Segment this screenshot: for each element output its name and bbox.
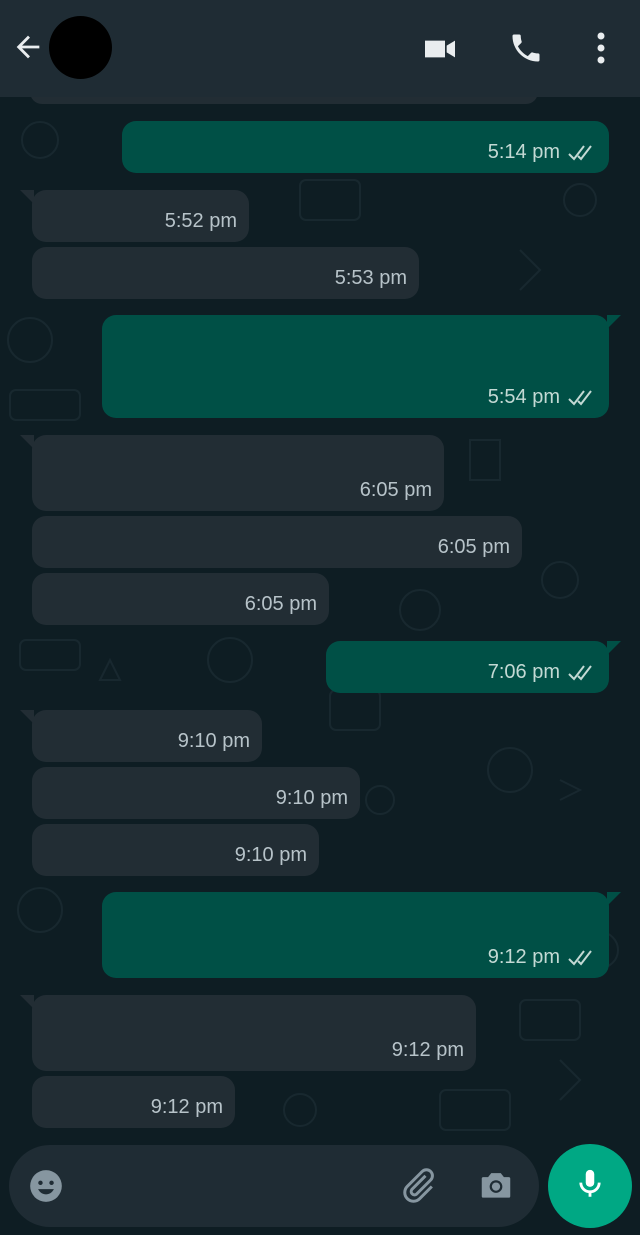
message-bubble-incoming[interactable]: 9:12 pm — [20, 995, 476, 1071]
chat-header — [0, 0, 640, 97]
message-bubble-outgoing[interactable]: 5:14 pm — [122, 121, 609, 173]
message-time: 5:54 pm — [487, 386, 560, 408]
message-bubble-incoming[interactable]: 6:05 pm — [32, 573, 329, 625]
double-check-icon — [567, 143, 597, 163]
paperclip-icon[interactable] — [398, 1165, 438, 1205]
double-check-icon — [567, 663, 597, 683]
camera-icon[interactable] — [477, 1166, 517, 1206]
microphone-button[interactable] — [548, 1144, 632, 1228]
phone-icon[interactable] — [504, 26, 548, 70]
message-bubble-incoming[interactable]: 6:05 pm — [20, 435, 444, 511]
message-bubble-incoming[interactable]: 5:53 pm — [32, 247, 419, 299]
contact-avatar[interactable] — [49, 16, 112, 79]
message-time: 6:05 pm — [437, 536, 510, 558]
message-time: 7:06 pm — [487, 661, 560, 683]
message-time: 6:05 pm — [359, 479, 432, 501]
message-time: 9:12 pm — [391, 1039, 464, 1061]
message-composer[interactable] — [9, 1145, 539, 1227]
message-time: 9:10 pm — [177, 730, 250, 752]
arrow-left-icon[interactable] — [8, 27, 48, 67]
microphone-icon — [573, 1165, 607, 1208]
more-vertical-icon[interactable] — [586, 26, 616, 70]
message-time: 5:14 pm — [487, 141, 560, 163]
message-bubble-incoming[interactable]: 9:10 pm — [32, 824, 319, 876]
message-bubble-incoming[interactable]: 9:10 pm — [20, 710, 262, 762]
double-check-icon — [567, 388, 597, 408]
message-time: 9:12 pm — [487, 946, 560, 968]
message-bubble-incoming[interactable]: 9:12 pm — [32, 1076, 235, 1128]
message-bubble-incoming[interactable]: 6:05 pm — [32, 516, 522, 568]
message-time: 6:05 pm — [244, 593, 317, 615]
message-time: 9:12 pm — [150, 1096, 223, 1118]
emoji-icon[interactable] — [27, 1167, 65, 1205]
message-time: 9:10 pm — [234, 844, 307, 866]
message-time: 5:53 pm — [334, 267, 407, 289]
message-bubble-outgoing[interactable]: 9:12 pm — [102, 892, 621, 978]
message-bubble-incoming[interactable]: 5:52 pm — [20, 190, 249, 242]
video-camera-icon[interactable] — [418, 27, 462, 71]
message-bubble-outgoing[interactable]: 7:06 pm — [326, 641, 621, 693]
message-time: 9:10 pm — [275, 787, 348, 809]
message-bubble-outgoing[interactable]: 5:54 pm — [102, 315, 621, 418]
message-bubble-incoming[interactable]: 9:10 pm — [32, 767, 360, 819]
message-time: 5:52 pm — [164, 210, 237, 232]
double-check-icon — [567, 948, 597, 968]
